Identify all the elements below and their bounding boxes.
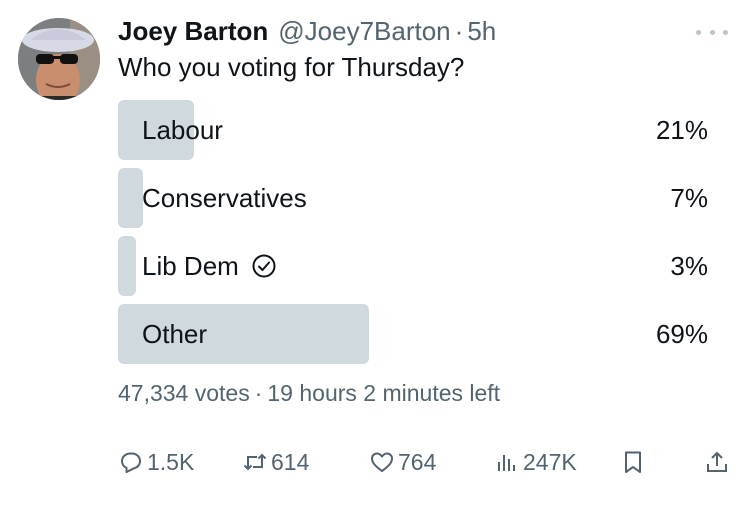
- poll-option-label: Labour: [142, 115, 223, 145]
- more-options-icon[interactable]: [696, 22, 728, 42]
- poll-option-label: Lib Dem: [142, 251, 239, 281]
- bookmark-button[interactable]: [620, 444, 649, 480]
- views-count: 247K: [523, 448, 577, 475]
- bookmark-icon: [625, 451, 641, 473]
- header-separator: ·: [454, 15, 464, 46]
- retweet-count: 614: [271, 448, 310, 475]
- poll-option-percent: 3%: [670, 251, 708, 281]
- poll-option-labour[interactable]: Labour 21%: [118, 100, 710, 160]
- author-name[interactable]: Joey Barton: [118, 16, 268, 47]
- poll-option-lib-dem[interactable]: Lib Dem 3%: [118, 236, 710, 296]
- poll-bar: [118, 168, 143, 228]
- poll-meta: 47,334 votes · 19 hours 2 minutes left: [118, 380, 500, 407]
- views-button[interactable]: 247K: [494, 444, 577, 480]
- views-chart-icon: [498, 455, 515, 471]
- tweet-header: Joey Barton @Joey7Barton · 5h: [118, 14, 496, 48]
- poll-bar: [118, 236, 136, 296]
- meta-separator: ·: [254, 380, 263, 406]
- poll-option-percent: 21%: [655, 115, 708, 145]
- poll-option-label: Other: [142, 319, 208, 349]
- tweet-text: Who you voting for Thursday?: [118, 52, 465, 82]
- poll-time-left: 19 hours 2 minutes left: [267, 380, 501, 406]
- poll-option-percent: 7%: [670, 183, 708, 213]
- author-handle[interactable]: @Joey7Barton: [278, 16, 450, 47]
- poll-option-conservatives[interactable]: Conservatives 7%: [118, 168, 710, 228]
- tweet-timestamp[interactable]: 5h: [467, 16, 496, 47]
- share-button[interactable]: [704, 444, 733, 480]
- reply-icon: [121, 452, 141, 473]
- poll-option-other[interactable]: Other 69%: [118, 304, 710, 364]
- like-count: 764: [398, 448, 437, 475]
- share-icon: [707, 452, 727, 472]
- poll: Labour 21% Conservatives 7% Lib Dem 3% O…: [118, 100, 710, 372]
- action-bar: 1.5K 614 764 247K: [118, 444, 730, 480]
- reply-button[interactable]: 1.5K: [118, 444, 194, 480]
- heart-icon: [371, 452, 393, 472]
- poll-option-percent: 69%: [655, 319, 708, 349]
- retweet-icon: [243, 453, 267, 471]
- retweet-button[interactable]: 614: [242, 444, 309, 480]
- poll-votes: 47,334 votes: [118, 380, 250, 406]
- like-button[interactable]: 764: [369, 444, 436, 480]
- reply-count: 1.5K: [147, 448, 195, 475]
- check-circle-icon: [252, 254, 276, 278]
- poll-option-label: Conservatives: [142, 183, 307, 213]
- avatar[interactable]: [18, 18, 100, 100]
